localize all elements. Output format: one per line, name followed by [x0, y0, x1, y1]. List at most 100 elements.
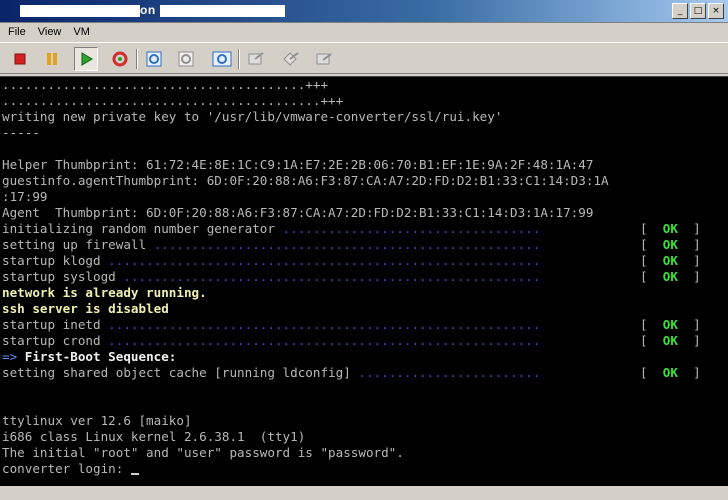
menu-vm[interactable]: VM: [73, 26, 90, 38]
fullscreen-button[interactable]: [244, 47, 268, 71]
fullscreen-icon: [248, 52, 264, 65]
console-line-text: ........................................…: [2, 93, 344, 108]
console-line: ssh server is disabled: [2, 301, 169, 317]
console-line-text: The initial "root" and "user" password i…: [2, 445, 404, 460]
status-indicator: [ OK ]: [640, 365, 701, 380]
console-line-text: initializing random number generator: [2, 221, 275, 236]
progress-dots: ........................................…: [100, 253, 541, 268]
status-ok-text: OK: [662, 317, 678, 332]
status-indicator: [ OK ]: [640, 253, 701, 268]
console-line: -----: [2, 125, 40, 141]
menu-view[interactable]: View: [38, 26, 62, 38]
console-line-text: setting shared object cache [running ldc…: [2, 365, 351, 380]
progress-dots: ........................................…: [100, 317, 541, 332]
console-line: writing new private key to '/usr/lib/vmw…: [2, 109, 502, 125]
power-on-icon: [81, 52, 93, 66]
window-titlebar[interactable]: on _ □ ×: [0, 0, 728, 23]
menu-file[interactable]: File: [8, 26, 26, 38]
status-ok-text: OK: [662, 253, 678, 268]
minimize-button[interactable]: _: [672, 3, 688, 19]
console-line: startup inetd ..........................…: [2, 317, 540, 333]
progress-dots: ........................: [350, 365, 541, 380]
console-line-text: First-Boot Sequence:: [24, 349, 177, 364]
console-line-text: setting up firewall: [2, 237, 147, 252]
console-line-text: startup crond: [2, 333, 101, 348]
preferences-button[interactable]: [312, 47, 336, 71]
progress-dots: ........................................…: [115, 269, 541, 284]
console-line-text: ttylinux ver 12.6 [maiko]: [2, 413, 192, 428]
revert-snapshot-button[interactable]: [174, 47, 198, 71]
progress-dots: ..................................: [274, 221, 541, 236]
status-indicator: [ OK ]: [640, 317, 701, 332]
window-controls: _ □ ×: [672, 3, 724, 19]
console-line: guestinfo.agentThumbprint: 6D:0F:20:88:A…: [2, 173, 609, 189]
progress-dots: ........................................…: [146, 237, 541, 252]
unity-button[interactable]: [278, 47, 302, 71]
status-indicator: [ OK ]: [640, 237, 701, 252]
window-title: on: [140, 3, 156, 17]
redacted-title-block: [20, 5, 140, 17]
console-line-text: startup klogd: [2, 253, 101, 268]
console-line: converter login:: [2, 461, 139, 477]
toolbar-separator: [136, 49, 138, 69]
console-line: startup syslogd ........................…: [2, 269, 540, 285]
snapshot-manager-button[interactable]: [210, 47, 234, 71]
console-line-text: Agent Thumbprint: 6D:0F:20:88:A6:F3:87:C…: [2, 205, 594, 220]
console-line: => First-Boot Sequence:: [2, 349, 176, 365]
status-ok-text: OK: [662, 333, 678, 348]
unity-icon: [283, 52, 299, 66]
suspend-icon: [47, 53, 57, 65]
console-line: ttylinux ver 12.6 [maiko]: [2, 413, 192, 429]
console-line: Agent Thumbprint: 6D:0F:20:88:A6:F3:87:C…: [2, 205, 593, 221]
console-line-text: guestinfo.agentThumbprint: 6D:0F:20:88:A…: [2, 173, 609, 188]
console-line: i686 class Linux kernel 2.6.38.1 (tty1): [2, 429, 305, 445]
console-line: Helper Thumbprint: 61:72:4E:8E:1C:C9:1A:…: [2, 157, 593, 173]
vm-console[interactable]: ........................................…: [0, 76, 728, 487]
console-line: :17:99: [2, 189, 48, 205]
console-line: startup crond ..........................…: [2, 333, 540, 349]
redacted-title-block: [160, 5, 285, 17]
console-line: startup klogd ..........................…: [2, 253, 540, 269]
status-indicator: [ OK ]: [640, 269, 701, 284]
status-ok-text: OK: [662, 269, 678, 284]
toolbar: [0, 42, 728, 74]
console-line: ........................................…: [2, 93, 343, 109]
console-line-text: :17:99: [2, 189, 48, 204]
revert-snapshot-icon: [178, 51, 194, 67]
status-indicator: [ OK ]: [640, 221, 701, 236]
console-line: ........................................…: [2, 77, 328, 93]
status-ok-text: OK: [662, 237, 678, 252]
console-line-text: startup syslogd: [2, 269, 116, 284]
console-line-text: writing new private key to '/usr/lib/vmw…: [2, 109, 503, 124]
suspend-button[interactable]: [40, 47, 64, 71]
snapshot-icon: [146, 51, 162, 67]
console-line-text: converter login:: [2, 461, 131, 476]
status-ok-text: OK: [662, 221, 678, 236]
console-line-text: -----: [2, 125, 40, 140]
power-off-button[interactable]: [8, 47, 32, 71]
close-button[interactable]: ×: [708, 3, 724, 19]
console-line-text: Helper Thumbprint: 61:72:4E:8E:1C:C9:1A:…: [2, 157, 594, 172]
console-line: setting shared object cache [running ldc…: [2, 365, 540, 381]
status-indicator: [ OK ]: [640, 333, 701, 348]
status-bar: [0, 486, 728, 500]
menu-bar: File View VM: [0, 23, 728, 41]
console-line: network is already running.: [2, 285, 207, 301]
console-line-text: startup inetd: [2, 317, 101, 332]
reset-icon: [112, 51, 128, 67]
take-snapshot-button[interactable]: [142, 47, 166, 71]
console-line: setting up firewall ....................…: [2, 237, 540, 253]
toolbar-separator: [238, 49, 240, 69]
preferences-icon: [316, 53, 332, 65]
progress-dots: ........................................…: [100, 333, 541, 348]
snapshot-manager-icon: [212, 51, 232, 67]
power-on-button[interactable]: [74, 47, 98, 71]
console-line-text: network is already running.: [2, 285, 207, 300]
console-line: The initial "root" and "user" password i…: [2, 445, 404, 461]
maximize-button[interactable]: □: [690, 3, 706, 19]
arrow-marker: =>: [2, 349, 25, 364]
console-line: initializing random number generator ...…: [2, 221, 540, 237]
status-ok-text: OK: [662, 365, 678, 380]
reset-button[interactable]: [108, 47, 132, 71]
console-line-text: ssh server is disabled: [2, 301, 169, 316]
